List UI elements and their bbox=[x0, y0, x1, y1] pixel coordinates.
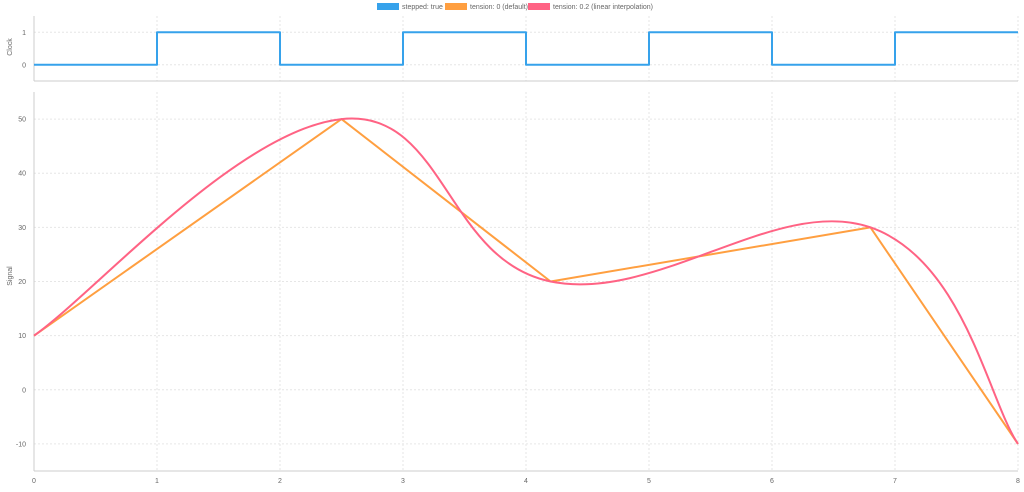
x-tick-label: 6 bbox=[770, 478, 774, 485]
x-tick-label: 1 bbox=[155, 478, 159, 485]
x-tick-label: 3 bbox=[401, 478, 405, 485]
y-tick-label: 0 bbox=[22, 387, 26, 394]
signal-panel: -10 0 10 20 30 40 50 Signal 0 1 2 3 4 5 6 7 8 bbox=[7, 92, 1020, 485]
legend-swatch bbox=[445, 3, 467, 10]
x-tick-label: 4 bbox=[524, 478, 528, 485]
x-tick-label: 7 bbox=[893, 478, 897, 485]
x-tick-label: 5 bbox=[647, 478, 651, 485]
series-line bbox=[34, 31, 1018, 66]
legend-label: stepped: true bbox=[402, 4, 443, 11]
legend-label: tension: 0.2 (linear interpolation) bbox=[553, 4, 653, 11]
y-tick-label: -10 bbox=[16, 441, 26, 448]
y-tick-label: 0 bbox=[22, 62, 26, 69]
chart-svg: stepped: true tension: 0 (default) tension… bbox=[7, 3, 1020, 485]
legend-item[interactable]: stepped: true bbox=[377, 3, 443, 11]
legend-swatch bbox=[528, 3, 550, 10]
clock-panel: 0 1 Clock bbox=[7, 16, 1019, 82]
y-tick-label: 1 bbox=[22, 30, 26, 37]
x-tick-label: 0 bbox=[32, 478, 36, 485]
x-tick-label: 8 bbox=[1016, 478, 1020, 485]
legend-swatch bbox=[377, 3, 399, 10]
legend: stepped: true tension: 0 (default) tension… bbox=[377, 3, 653, 11]
y-tick-label: 50 bbox=[18, 117, 26, 124]
legend-item[interactable]: tension: 0 (default) bbox=[445, 3, 528, 11]
y-tick-label: 40 bbox=[18, 171, 26, 178]
y-axis-title: Clock bbox=[7, 38, 14, 56]
legend-label: tension: 0 (default) bbox=[470, 4, 528, 11]
x-tick-label: 2 bbox=[278, 478, 282, 485]
y-tick-label: 30 bbox=[18, 225, 26, 232]
legend-item[interactable]: tension: 0.2 (linear interpolation) bbox=[528, 3, 653, 11]
y-axis-title: Signal bbox=[7, 266, 14, 286]
y-tick-label: 10 bbox=[18, 333, 26, 340]
chart-container: stepped: true tension: 0 (default) tension… bbox=[0, 0, 1024, 492]
y-tick-label: 20 bbox=[18, 279, 26, 286]
